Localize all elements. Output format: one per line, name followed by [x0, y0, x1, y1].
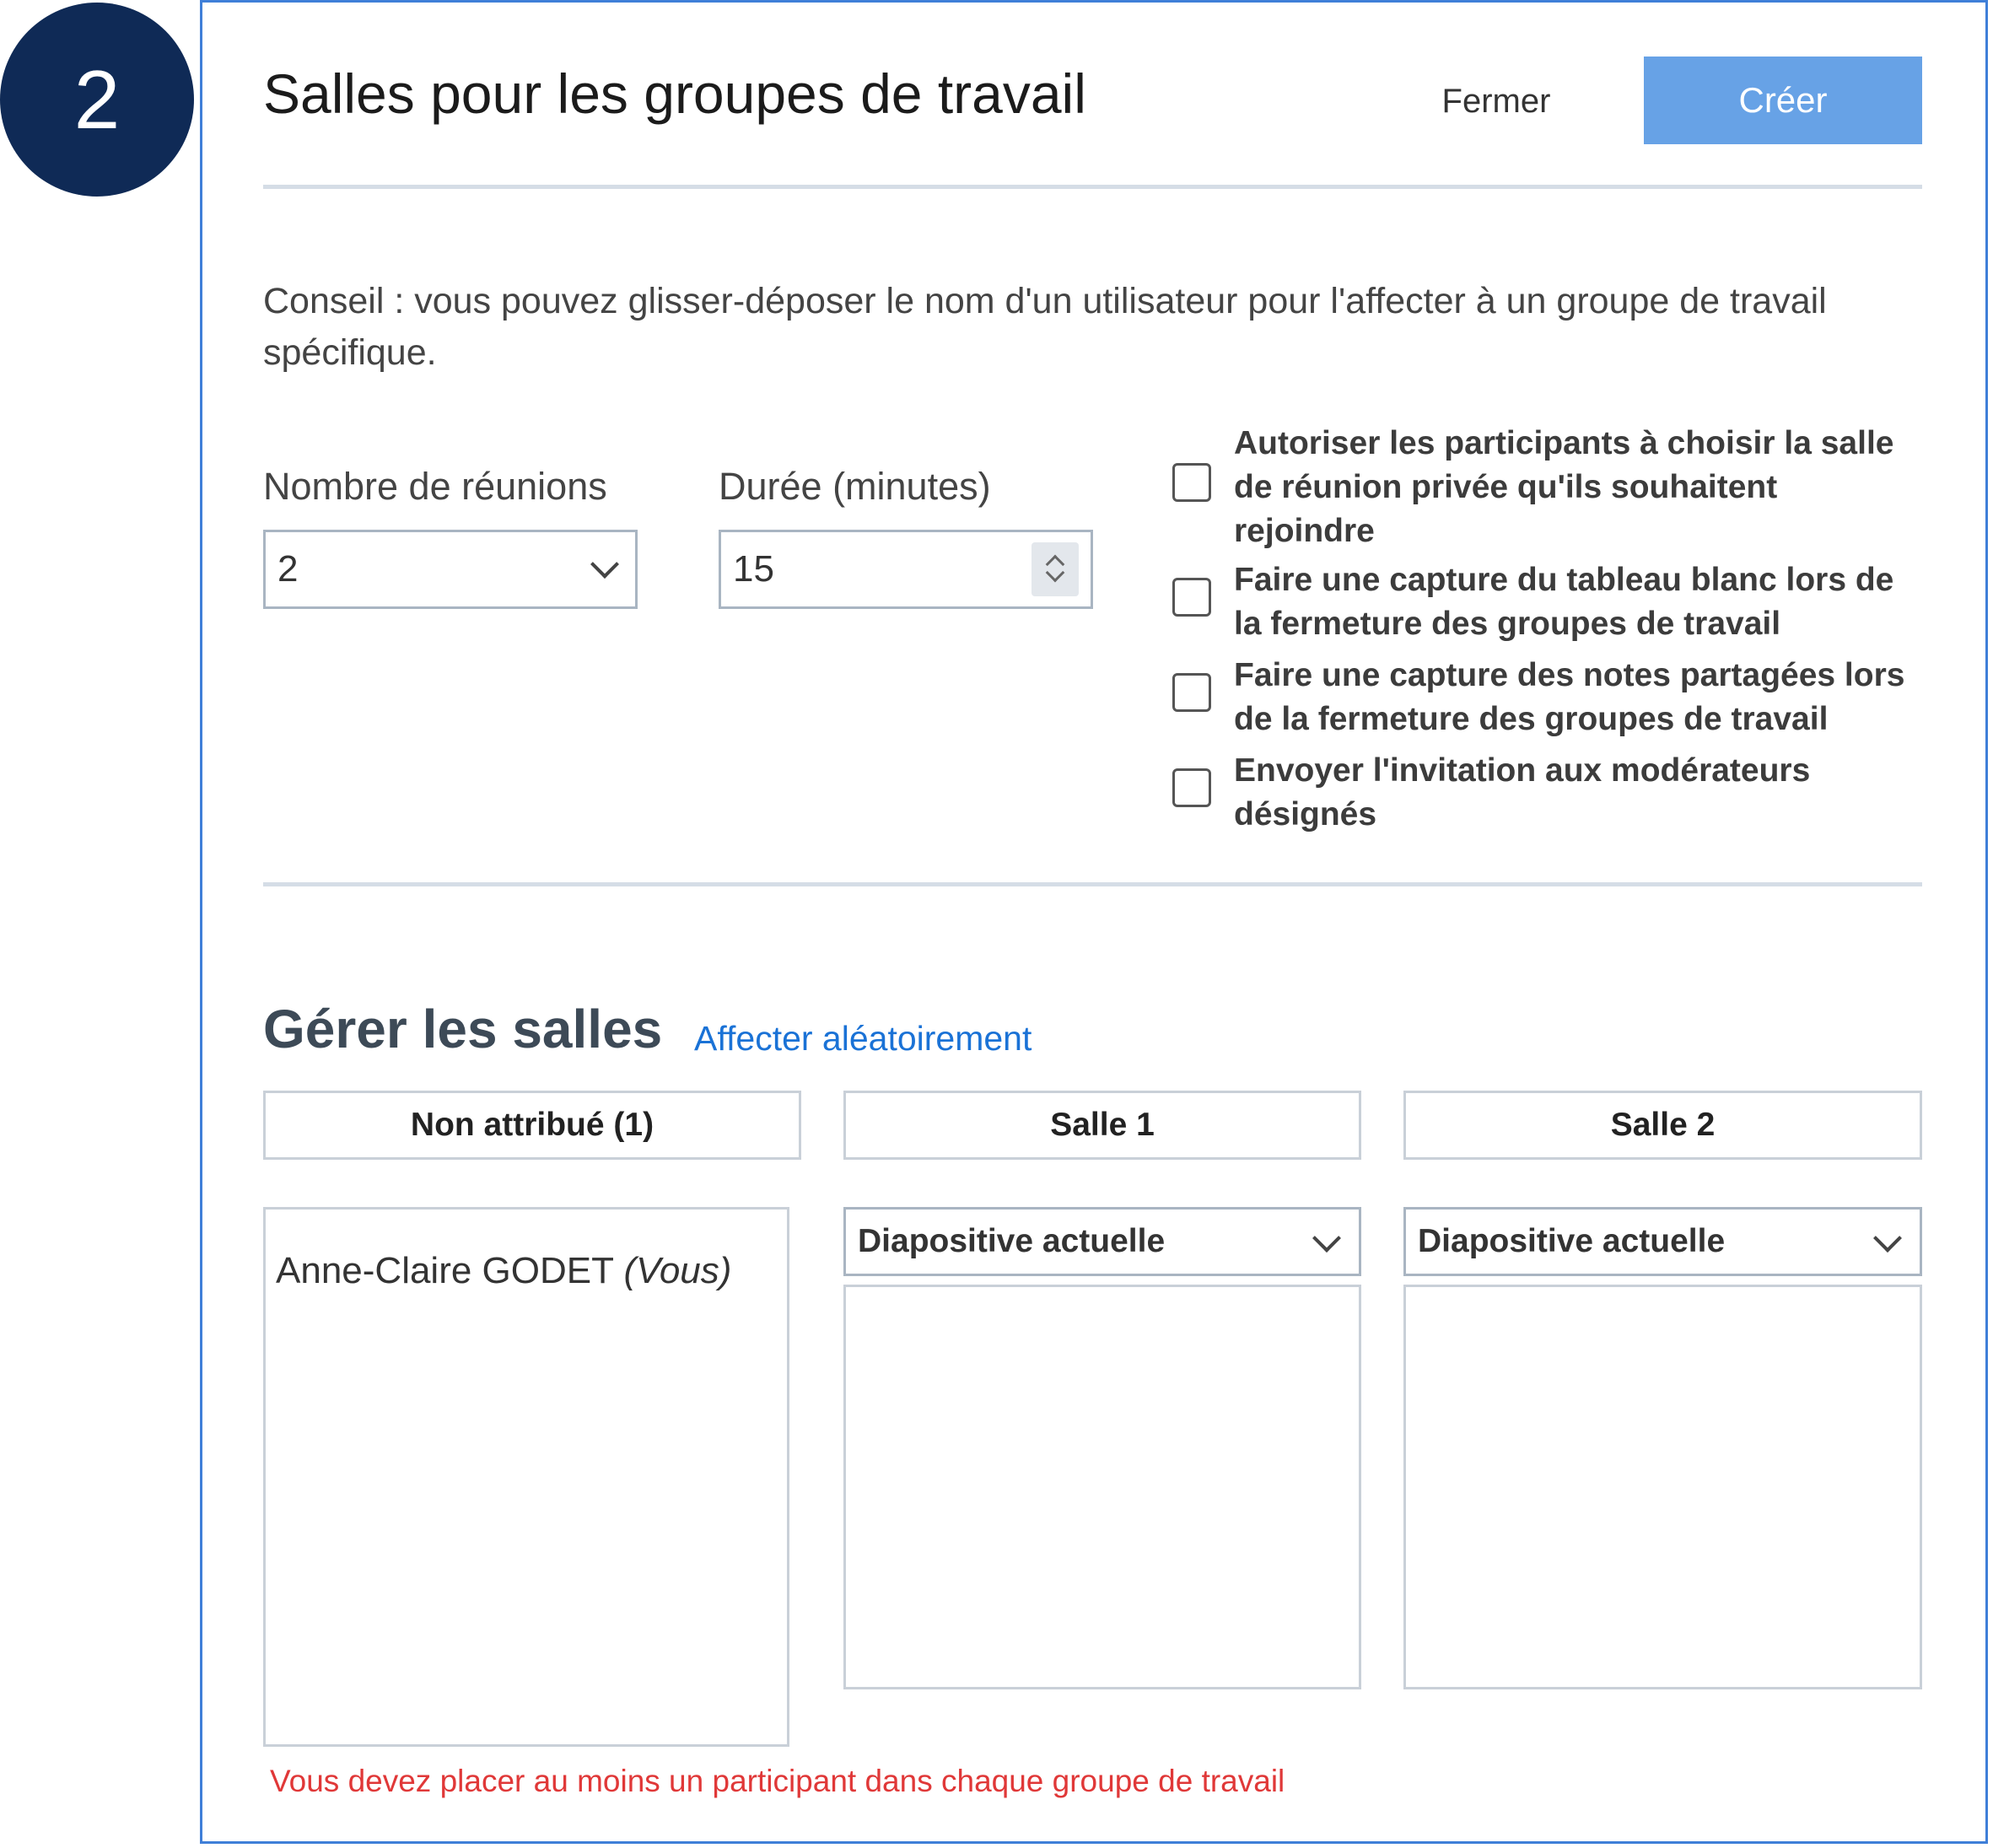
meetings-count-select[interactable]: 2: [263, 530, 638, 609]
option-capture-whiteboard[interactable]: Faire une capture du tableau blanc lors …: [1172, 558, 1931, 646]
room1-slide-select[interactable]: Diapositive actuelle: [843, 1207, 1361, 1276]
room2-slide-select[interactable]: Diapositive actuelle: [1403, 1207, 1922, 1276]
unassigned-participants-list[interactable]: Anne-Claire GODET (Vous): [263, 1207, 789, 1747]
random-assign-link[interactable]: Affecter aléatoirement: [694, 1019, 1032, 1059]
step-number-badge: 2: [0, 3, 194, 197]
duration-input[interactable]: 15: [719, 530, 1093, 609]
close-button[interactable]: Fermer: [1403, 58, 1589, 144]
dialog-title: Salles pour les groupes de travail: [263, 62, 1086, 125]
room1-slide-value: Diapositive actuelle: [858, 1223, 1166, 1259]
option-allow-choose-room[interactable]: Autoriser les participants à choisir la …: [1172, 422, 1931, 553]
chevron-down-icon: [590, 550, 619, 579]
duration-label: Durée (minutes): [719, 465, 991, 508]
create-button[interactable]: Créer: [1644, 57, 1922, 144]
divider: [263, 882, 1922, 886]
chevron-down-icon: [1312, 1224, 1341, 1253]
meetings-count-value: 2: [277, 548, 299, 590]
participant-name: Anne-Claire GODET: [276, 1250, 614, 1291]
chevron-down-icon: [1873, 1224, 1902, 1253]
checkbox[interactable]: [1172, 673, 1211, 712]
unassigned-header: Non attribué (1): [263, 1091, 801, 1160]
checkbox[interactable]: [1172, 578, 1211, 617]
room2-slide-value: Diapositive actuelle: [1418, 1223, 1726, 1259]
option-label: Faire une capture du tableau blanc lors …: [1234, 562, 1894, 642]
tip-text: Conseil : vous pouvez glisser-déposer le…: [263, 281, 1827, 373]
option-label: Autoriser les participants à choisir la …: [1234, 425, 1894, 549]
validation-error: Vous devez placer au moins un participan…: [270, 1764, 1285, 1798]
manage-rooms-title: Gérer les salles: [263, 999, 663, 1059]
divider: [263, 185, 1922, 189]
breakout-rooms-dialog: Salles pour les groupes de travail Ferme…: [200, 0, 1988, 1844]
meetings-count-label: Nombre de réunions: [263, 465, 607, 508]
checkbox[interactable]: [1172, 463, 1211, 502]
room1-header: Salle 1: [843, 1091, 1361, 1160]
participant-you-tag: (Vous): [623, 1250, 732, 1291]
participant-item[interactable]: Anne-Claire GODET (Vous): [276, 1250, 731, 1292]
duration-value: 15: [733, 548, 774, 590]
option-label: Envoyer l'invitation aux modérateurs dés…: [1234, 752, 1811, 832]
option-invite-moderators[interactable]: Envoyer l'invitation aux modérateurs dés…: [1172, 749, 1931, 837]
option-capture-shared-notes[interactable]: Faire une capture des notes partagées lo…: [1172, 654, 1931, 741]
duration-stepper[interactable]: [1032, 542, 1079, 596]
room2-header: Salle 2: [1403, 1091, 1922, 1160]
room2-participants-list[interactable]: [1403, 1285, 1922, 1689]
option-label: Faire une capture des notes partagées lo…: [1234, 657, 1905, 737]
room1-participants-list[interactable]: [843, 1285, 1361, 1689]
checkbox[interactable]: [1172, 768, 1211, 807]
